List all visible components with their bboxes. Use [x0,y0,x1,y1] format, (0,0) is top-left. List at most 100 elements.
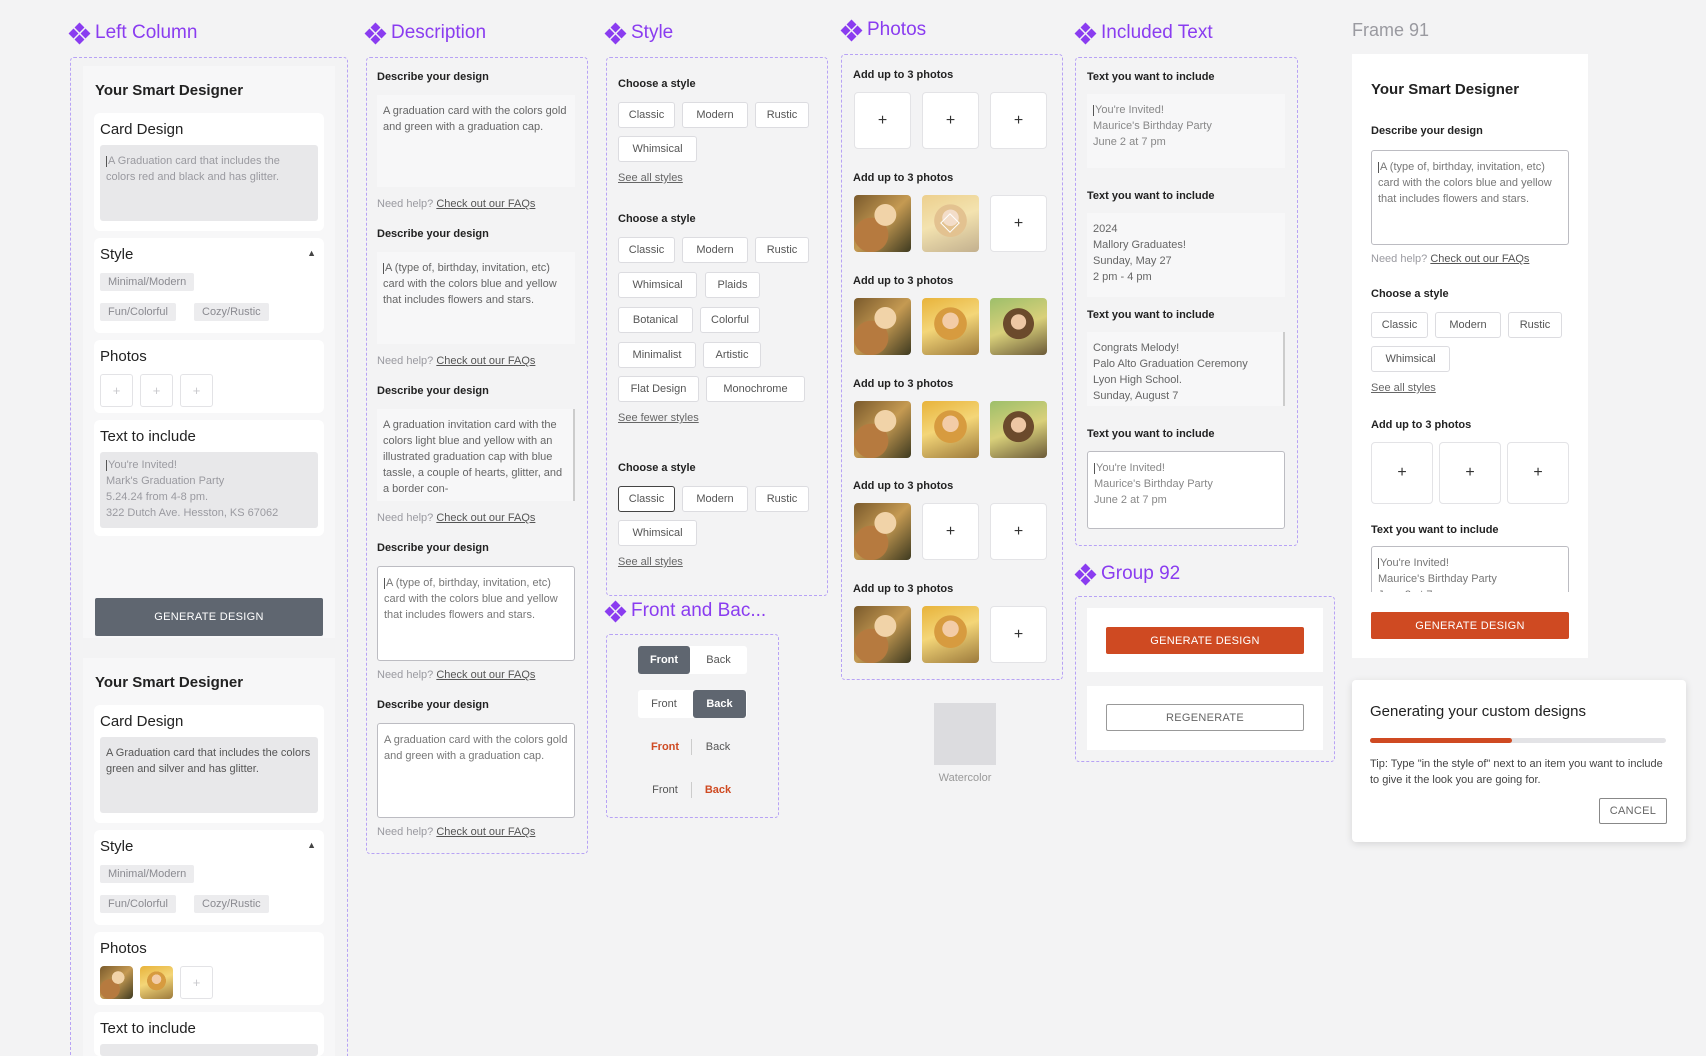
describe-input[interactable]: A (type of, birthday, invitation, etc) c… [1371,150,1569,245]
style-option[interactable]: Whimsical [618,520,697,546]
style-option[interactable]: Rustic [755,102,809,128]
style-option[interactable]: Flat Design [618,376,699,402]
add-photo-button[interactable]: + [1439,442,1501,504]
text-label: Text to include [100,1020,196,1037]
include-text-input[interactable]: You're Invited! Maurice's Birthday Party… [1371,546,1569,592]
include-text-input[interactable]: 2024 Mallory Graduates! Sunday, May 27 2… [1087,213,1285,297]
describe-input[interactable]: A (type of, birthday, invitation, etc) c… [377,566,575,661]
photo-thumbnail[interactable] [854,195,911,252]
include-text-input[interactable]: Congrats Melody! Palo Alto Graduation Ce… [1087,332,1285,406]
style-option[interactable]: Minimalist [618,342,696,368]
describe-input[interactable]: A (type of, birthday, invitation, etc) c… [377,252,575,344]
style-option[interactable]: Artistic [703,342,761,368]
back-tab[interactable]: Back [693,780,743,800]
photos-label: Add up to 3 photos [853,583,954,595]
photo-thumbnail[interactable] [854,503,911,560]
style-option[interactable]: Classic [1371,312,1428,338]
style-option[interactable]: Modern [1435,312,1501,338]
photo-thumbnail[interactable] [854,401,911,458]
faq-link[interactable]: Check out our FAQs [436,826,535,838]
style-chip[interactable]: Cozy/Rustic [194,895,269,913]
text-input[interactable] [100,1044,318,1056]
cancel-button[interactable]: CANCEL [1599,798,1667,824]
text-input[interactable]: You're Invited! Mark's Graduation Party … [100,452,318,528]
add-photo-button[interactable]: + [990,606,1047,663]
style-chip[interactable]: Fun/Colorful [100,895,176,913]
see-all-styles-link[interactable]: See all styles [618,172,683,184]
generate-design-button[interactable]: GENERATE DESIGN [95,598,323,636]
generate-design-button[interactable]: GENERATE DESIGN [1371,612,1569,639]
back-tab[interactable]: Back [693,690,746,718]
style-chip[interactable]: Minimal/Modern [100,865,195,883]
include-text-input[interactable]: You're Invited! Maurice's Birthday Party… [1087,451,1285,529]
style-option[interactable]: Modern [682,237,748,263]
card-design-input[interactable]: A Graduation card that includes the colo… [100,145,318,221]
add-photo-button[interactable]: + [990,92,1047,149]
style-option[interactable]: Rustic [1508,312,1562,338]
collapse-icon[interactable]: ▲ [307,840,316,850]
faq-link[interactable]: Check out our FAQs [436,669,535,681]
style-chip[interactable]: Minimal/Modern [100,273,195,291]
style-chip[interactable]: Fun/Colorful [100,303,176,321]
style-option[interactable]: Rustic [755,237,809,263]
faq-link[interactable]: Check out our FAQs [1430,253,1529,265]
faq-link[interactable]: Check out our FAQs [436,512,535,524]
smart-designer-card: Your Smart Designer Card Design A Gradua… [83,658,335,1056]
photo-thumbnail[interactable] [922,298,979,355]
photo-thumbnail[interactable] [854,298,911,355]
faq-link[interactable]: Check out our FAQs [436,355,535,367]
style-option[interactable]: Classic [618,102,675,128]
style-option[interactable]: Modern [682,102,748,128]
collapse-icon[interactable]: ▲ [307,248,316,258]
add-photo-button[interactable]: + [990,195,1047,252]
add-photo-button[interactable]: + [922,503,979,560]
describe-input[interactable]: A graduation invitation card with the co… [377,409,575,501]
photo-thumbnail[interactable] [922,606,979,663]
front-tab[interactable]: Front [640,737,690,757]
card-design-input[interactable]: A Graduation card that includes the colo… [100,737,318,813]
add-photo-button[interactable]: + [990,503,1047,560]
style-option[interactable]: Botanical [618,307,693,333]
faq-link[interactable]: Check out our FAQs [436,198,535,210]
regenerate-button[interactable]: REGENERATE [1106,704,1304,731]
style-option[interactable]: Colorful [700,307,760,333]
style-chip[interactable]: Cozy/Rustic [194,303,269,321]
add-photo-button[interactable]: + [854,92,911,149]
see-all-styles-link[interactable]: See all styles [1371,382,1436,394]
photo-thumbnail[interactable] [854,606,911,663]
style-option[interactable]: Whimsical [618,136,697,162]
add-photo-button[interactable]: + [140,374,173,407]
back-tab[interactable]: Back [692,646,745,674]
front-tab[interactable]: Front [638,646,690,674]
photo-thumbnail[interactable] [100,966,133,999]
photo-thumbnail[interactable] [922,401,979,458]
style-option[interactable]: Rustic [755,486,809,512]
describe-input[interactable]: A graduation card with the colors gold a… [377,95,575,187]
front-tab[interactable]: Front [638,690,690,718]
front-tab[interactable]: Front [640,780,690,800]
add-photo-button[interactable]: + [1371,442,1433,504]
style-option[interactable]: Classic [618,237,675,263]
see-fewer-styles-link[interactable]: See fewer styles [618,412,699,424]
style-option[interactable]: Monochrome [706,376,805,402]
back-tab[interactable]: Back [693,737,743,757]
add-photo-button[interactable]: + [180,374,213,407]
photos-section: Photos + [94,932,324,1005]
style-option-selected[interactable]: Classic [618,486,675,512]
describe-input[interactable]: A graduation card with the colors gold a… [377,723,575,818]
add-photo-button[interactable]: + [100,374,133,407]
photo-thumbnail[interactable] [990,401,1047,458]
add-photo-button[interactable]: + [180,966,213,999]
add-photo-button[interactable]: + [1507,442,1569,504]
generate-design-button[interactable]: GENERATE DESIGN [1106,627,1304,654]
photo-thumbnail[interactable] [990,298,1047,355]
include-text-input[interactable]: You're Invited! Maurice's Birthday Party… [1087,94,1285,168]
style-option[interactable]: Whimsical [618,272,697,298]
style-option[interactable]: Whimsical [1371,346,1450,372]
style-option[interactable]: Modern [682,486,748,512]
style-option[interactable]: Plaids [705,272,760,298]
photo-thumbnail[interactable] [140,966,173,999]
add-photo-button[interactable]: + [922,92,979,149]
watercolor-swatch[interactable] [934,703,996,765]
see-all-styles-link[interactable]: See all styles [618,556,683,568]
